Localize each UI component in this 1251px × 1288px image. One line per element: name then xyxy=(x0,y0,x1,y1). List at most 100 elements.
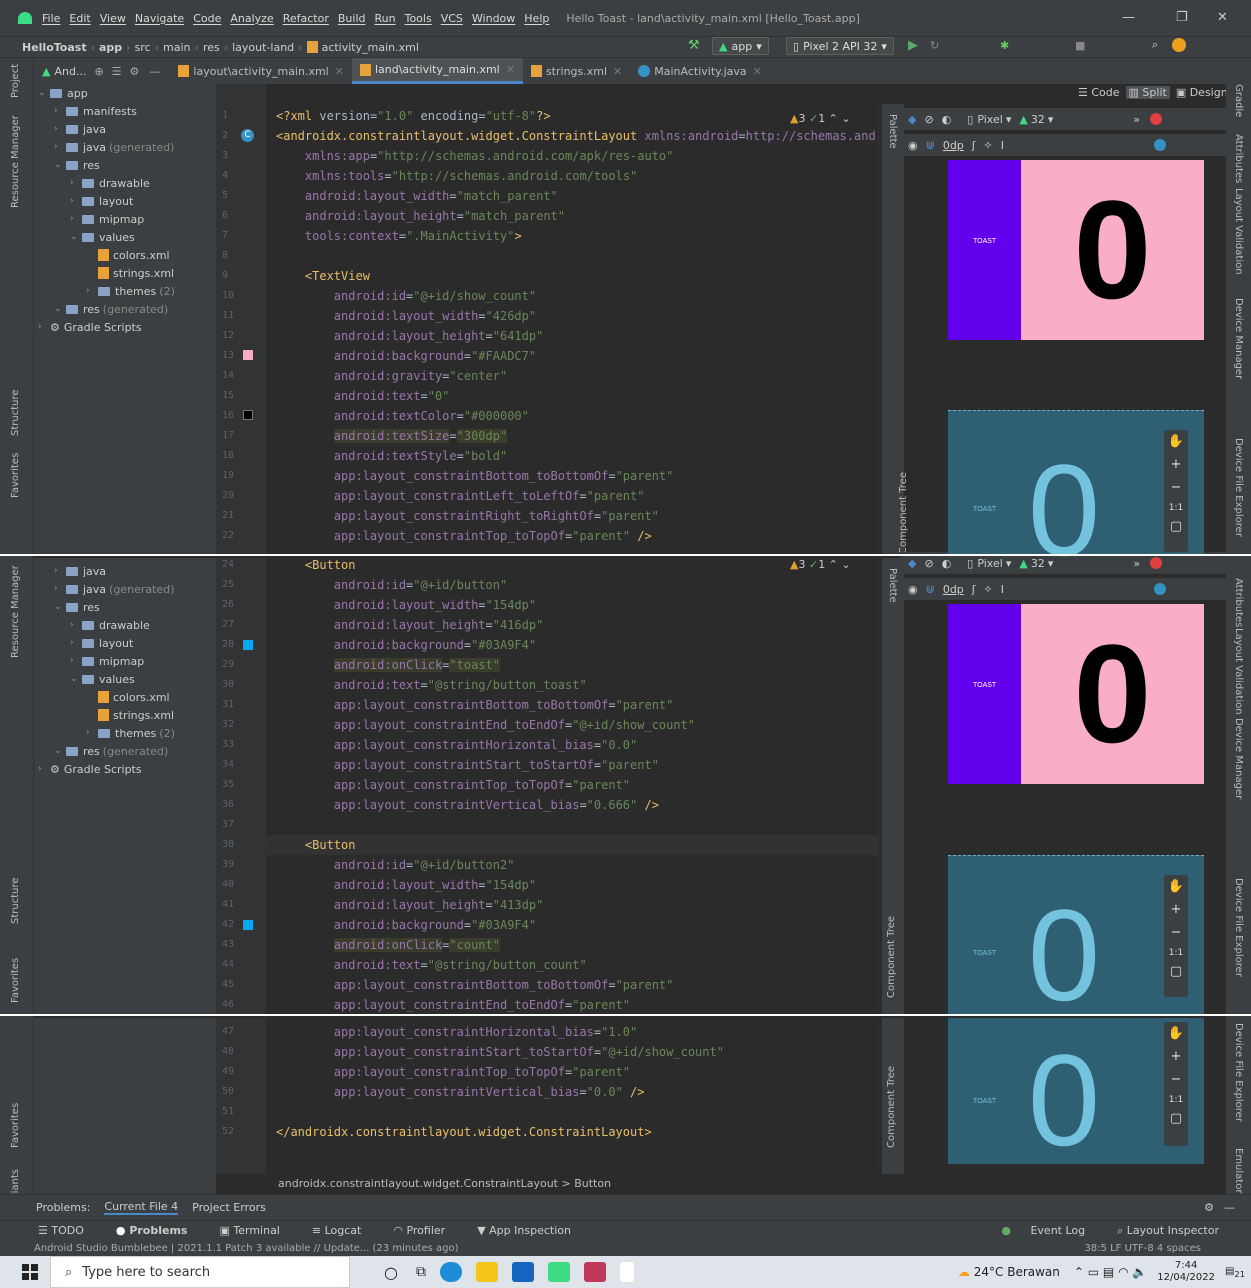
layers-icon[interactable]: ◆ xyxy=(908,557,916,570)
logcat-tab[interactable]: ≡ Logcat xyxy=(312,1224,377,1237)
gear-icon[interactable]: ⚙ xyxy=(130,65,140,78)
structure-label-2[interactable]: Structure xyxy=(10,877,21,924)
split-mode-button[interactable]: ▥ Split xyxy=(1125,86,1170,99)
tree-item[interactable]: › layout xyxy=(70,192,133,210)
code-line[interactable]: android:background="#03A9F4" xyxy=(276,915,878,935)
code-line[interactable]: app:layout_constraintLeft_toLeftOf="pare… xyxy=(276,486,878,506)
status-message[interactable]: Android Studio Bumblebee | 2021.1.1 Patc… xyxy=(34,1243,458,1254)
mail-icon[interactable] xyxy=(511,1262,534,1282)
favorites-label-3[interactable]: Favorites xyxy=(10,1103,21,1148)
editor-breadcrumb[interactable]: androidx.constraintlayout.widget.Constra… xyxy=(266,1174,878,1194)
zoom-in-icon[interactable]: + xyxy=(1171,902,1182,917)
code-line[interactable]: app:layout_constraintTop_toTopOf="parent… xyxy=(276,526,878,546)
tray-icons[interactable]: ⌃ ▭ ▤ ◠ 🔈 xyxy=(1074,1265,1147,1279)
zoom-actual-size[interactable]: 1:1 xyxy=(1169,948,1183,958)
zoom-fit-icon[interactable]: ▢ xyxy=(1170,964,1182,979)
menu-window[interactable]: Window xyxy=(472,12,515,25)
chevron-icon[interactable]: ⌄ xyxy=(54,160,66,170)
code-line[interactable]: app:layout_constraintTop_toTopOf="parent… xyxy=(276,1062,878,1082)
menu-file[interactable]: File xyxy=(42,12,60,25)
collapse-icon[interactable]: ☰ xyxy=(112,65,122,78)
chevron-icon[interactable]: ⌄ xyxy=(70,232,82,242)
code-line[interactable] xyxy=(276,1102,878,1122)
guidelines-icon[interactable]: I xyxy=(1001,139,1004,152)
code-line[interactable]: <androidx.constraintlayout.widget.Constr… xyxy=(276,126,878,146)
menu-navigate[interactable]: Navigate xyxy=(135,12,184,25)
crumb-main[interactable]: main xyxy=(163,41,190,54)
zoom-in-icon[interactable]: + xyxy=(1171,457,1182,472)
infer-constraints-icon[interactable]: ✧ xyxy=(984,583,993,596)
pan-icon[interactable]: ✋ xyxy=(1168,434,1184,449)
inspection-widget[interactable]: ▲3 ✓1 ⌃ ⌄ xyxy=(790,112,851,125)
crumb-file[interactable]: activity_main.xml xyxy=(322,41,419,54)
device-manager-label[interactable]: Device Manager xyxy=(1233,298,1244,379)
tab-project-errors[interactable]: Project Errors xyxy=(192,1201,266,1214)
zoom-actual-size[interactable]: 1:1 xyxy=(1169,503,1183,513)
code-line[interactable]: android:layout_width="426dp" xyxy=(276,306,878,326)
layout-validation-label-2[interactable]: Layout Validation xyxy=(1233,628,1244,715)
zoom-out-icon[interactable]: − xyxy=(1171,925,1182,940)
event-log-tab[interactable]: ● Event Log xyxy=(1001,1224,1101,1237)
night-mode-icon[interactable]: ◐ xyxy=(942,113,952,126)
code-line[interactable]: android:gravity="center" xyxy=(276,366,878,386)
code-line[interactable]: android:textSize="300dp" xyxy=(276,426,878,446)
tree-item[interactable]: › drawable xyxy=(70,174,150,192)
cortana-icon[interactable]: ○ xyxy=(384,1263,398,1282)
chevron-icon[interactable]: › xyxy=(54,584,66,594)
code-line[interactable]: app:layout_constraintEnd_toEndOf="@+id/s… xyxy=(276,715,878,735)
error-icon[interactable] xyxy=(1150,557,1163,569)
chevron-icon[interactable]: › xyxy=(70,178,82,188)
tree-item[interactable]: strings.xml xyxy=(86,264,174,282)
default-margin[interactable]: 0dp xyxy=(943,139,964,152)
tree-item[interactable]: › manifests xyxy=(54,102,137,120)
toast-button-preview-2[interactable] xyxy=(948,604,1021,784)
chevron-icon[interactable]: › xyxy=(70,656,82,666)
overflow-icon[interactable]: » xyxy=(1133,113,1140,126)
code-line[interactable]: <TextView xyxy=(276,266,878,286)
run-config-select[interactable]: ▲ app ▾ xyxy=(712,37,769,55)
hide-icon[interactable]: — xyxy=(149,65,160,78)
code-line[interactable]: app:layout_constraintBottom_toBottomOf="… xyxy=(276,695,878,715)
close-icon[interactable]: ✕ xyxy=(1217,10,1228,25)
zoom-fit-icon[interactable]: ▢ xyxy=(1170,1111,1182,1126)
tree-item[interactable]: › themes (2) xyxy=(86,724,175,742)
tree-item[interactable]: › drawable xyxy=(70,616,150,634)
menu-code[interactable]: Code xyxy=(193,12,221,25)
zoom-actual-size[interactable]: 1:1 xyxy=(1169,1095,1183,1105)
tab-land-activity-main[interactable]: land\activity_main.xml ✕ xyxy=(351,58,523,84)
magnet-icon[interactable]: ⋓ xyxy=(926,139,935,152)
palette-label-2[interactable]: Palette xyxy=(887,568,898,603)
update-icon[interactable] xyxy=(1172,38,1186,52)
favorites-label[interactable]: Favorites xyxy=(10,453,21,498)
zoom-fit-icon[interactable]: ▢ xyxy=(1170,519,1182,534)
hammer-icon[interactable]: ⚒ xyxy=(688,38,700,53)
word-icon[interactable] xyxy=(619,1262,634,1282)
minimize-icon[interactable]: — xyxy=(1122,10,1135,25)
code-line[interactable]: app:layout_constraintBottom_toBottomOf="… xyxy=(276,466,878,486)
orientation-icon[interactable]: ⊘ xyxy=(924,113,933,126)
menu-tools[interactable]: Tools xyxy=(405,12,432,25)
chevron-icon[interactable]: › xyxy=(54,566,66,576)
tab-current-file[interactable]: Current File 4 xyxy=(104,1200,179,1215)
tab-main-activity[interactable]: MainActivity.java ✕ xyxy=(630,58,770,84)
chevron-icon[interactable]: › xyxy=(70,214,82,224)
default-margin[interactable]: 0dp xyxy=(943,583,964,596)
search-everywhere-icon[interactable]: ⌕ xyxy=(1152,38,1158,52)
app-taskbar-icon[interactable] xyxy=(583,1262,606,1282)
weather-widget[interactable]: ☁ 24°C Berawan xyxy=(958,1265,1060,1279)
crumb-src[interactable]: src xyxy=(135,41,151,54)
tree-item[interactable]: ⌄ app xyxy=(38,84,88,102)
app-inspection-tab[interactable]: ▼ App Inspection xyxy=(477,1224,587,1237)
code-line[interactable]: android:onClick="count" xyxy=(276,935,878,955)
color-swatch-blue-2[interactable] xyxy=(243,920,253,930)
code-line[interactable]: android:id="@+id/show_count" xyxy=(276,286,878,306)
code-line[interactable]: android:text="@string/button_toast" xyxy=(276,675,878,695)
code-line[interactable]: app:layout_constraintRight_toRightOf="pa… xyxy=(276,506,878,526)
code-line[interactable]: app:layout_constraintHorizontal_bias="0.… xyxy=(276,735,878,755)
edge-icon[interactable] xyxy=(439,1262,462,1282)
code-line[interactable]: xmlns:app="http://schemas.android.com/ap… xyxy=(276,146,878,166)
chevron-icon[interactable]: › xyxy=(38,764,50,774)
code-line[interactable]: android:layout_height="match_parent" xyxy=(276,206,878,226)
crumb-res[interactable]: res xyxy=(203,41,220,54)
taskbar-search[interactable]: ⌕ Type here to search xyxy=(50,1256,350,1288)
